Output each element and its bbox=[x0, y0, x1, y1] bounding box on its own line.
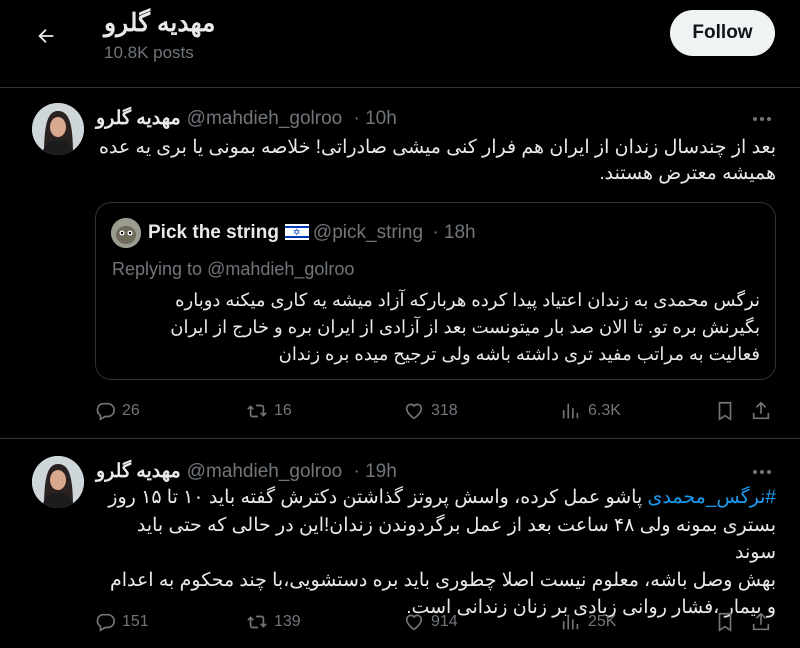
author-handle[interactable]: @mahdieh_golroo bbox=[187, 461, 343, 482]
more-icon[interactable] bbox=[748, 109, 776, 129]
like-count: 914 bbox=[431, 613, 458, 630]
views-button[interactable]: 25K bbox=[560, 610, 616, 634]
tweet-meta: مهدیه گلرو @mahdieh_golroo · 19h bbox=[96, 460, 397, 483]
repost-button[interactable]: 139 bbox=[246, 610, 301, 634]
back-arrow-icon[interactable] bbox=[28, 18, 64, 54]
hashtag-link[interactable]: #نرگس_محمدی bbox=[648, 487, 776, 508]
like-count: 318 bbox=[431, 402, 458, 419]
tweet-text-line: بعد از چندسال زندان از ایران هم فرار کنی… bbox=[98, 137, 776, 158]
tweet-actions: 151 139 914 25K bbox=[0, 610, 800, 634]
tweet-text-line: همیشه معترض هستند. bbox=[599, 163, 776, 184]
tweet-time[interactable]: · 10h bbox=[354, 108, 397, 129]
profile-name: مهدیه گلرو bbox=[104, 9, 216, 37]
replying-prefix: Replying to bbox=[112, 259, 203, 279]
author-handle: @pick_string bbox=[312, 222, 424, 243]
replying-handle: @mahdieh_golroo bbox=[207, 259, 355, 279]
like-icon bbox=[405, 614, 423, 631]
views-icon bbox=[562, 403, 579, 419]
quote-meta: Pick the string ✡ @pick_string · 18h bbox=[148, 222, 476, 244]
more-icon[interactable] bbox=[748, 462, 776, 482]
tweet-actions: 26 16 318 6.3K bbox=[0, 399, 800, 423]
views-icon bbox=[562, 614, 579, 630]
view-count: 6.3K bbox=[588, 402, 621, 419]
like-button[interactable]: 914 bbox=[403, 610, 458, 634]
tweet-text-line: بستری بمونه ولی ۴۸ ساعت بعد از عمل برگرد… bbox=[136, 514, 776, 564]
like-button[interactable]: 318 bbox=[403, 399, 458, 423]
quote-text-line: فعالیت به مراتب مفید تری داشته باشه ولی … bbox=[278, 344, 760, 364]
tweet-time: · 18h bbox=[432, 222, 476, 243]
post-count: 10.8K posts bbox=[104, 43, 194, 62]
author-name: Pick the string bbox=[148, 222, 279, 243]
bookmark-icon bbox=[718, 401, 732, 421]
quoted-tweet[interactable]: Pick the string ✡ @pick_string · 18h Reply… bbox=[95, 202, 776, 380]
bookmark-button[interactable] bbox=[714, 399, 736, 423]
reply-button[interactable]: 26 bbox=[94, 399, 140, 423]
share-icon bbox=[752, 401, 770, 420]
tweet-text-line: بهش وصل باشه، معلوم نیست اصلا چطوری باید… bbox=[109, 569, 776, 591]
quote-text: نرگس محمدی به زندان اعتیاد پیدا کرده هرب… bbox=[112, 287, 760, 368]
view-count: 25K bbox=[588, 613, 617, 630]
share-icon bbox=[752, 612, 770, 631]
reply-icon bbox=[96, 402, 115, 421]
avatar[interactable] bbox=[32, 456, 84, 508]
repost-count: 139 bbox=[274, 613, 301, 630]
bookmark-button[interactable] bbox=[714, 610, 736, 634]
tweet-text: #نرگس_محمدی پاشو عمل کرده، واسش پروتز گذ… bbox=[96, 484, 776, 622]
views-button[interactable]: 6.3K bbox=[560, 399, 621, 423]
repost-icon bbox=[247, 404, 267, 418]
reply-icon bbox=[96, 613, 115, 632]
share-button[interactable] bbox=[750, 610, 772, 634]
replying-to: Replying to @mahdieh_golroo bbox=[112, 259, 354, 280]
like-icon bbox=[405, 403, 423, 420]
tweet-text: بعد از چندسال زندان از ایران هم فرار کنی… bbox=[96, 135, 776, 187]
reply-count: 151 bbox=[122, 613, 149, 630]
tweet-time[interactable]: · 19h bbox=[354, 461, 397, 482]
avatar bbox=[111, 218, 141, 248]
bookmark-icon bbox=[718, 612, 732, 632]
tweet[interactable]: مهدیه گلرو @mahdieh_golroo · 19h #نرگس_مح… bbox=[0, 440, 800, 648]
tweet-text-segment: پاشو عمل کرده، واسش پروتز گذاشتن دکترش گ… bbox=[108, 487, 648, 508]
reply-count: 26 bbox=[122, 402, 140, 419]
tweet[interactable]: مهدیه گلرو @mahdieh_golroo · 10h بعد از چ… bbox=[0, 89, 800, 439]
author-name[interactable]: مهدیه گلرو bbox=[96, 461, 181, 482]
israel-flag-icon: ✡ bbox=[284, 224, 309, 240]
profile-header: مهدیه گلرو 10.8K posts Follow bbox=[0, 0, 800, 88]
repost-count: 16 bbox=[274, 402, 292, 419]
author-handle[interactable]: @mahdieh_golroo bbox=[187, 108, 343, 129]
tweet-text-line: #نرگس_محمدی پاشو عمل کرده، واسش پروتز گذ… bbox=[96, 484, 776, 512]
tweet-meta: مهدیه گلرو @mahdieh_golroo · 10h bbox=[96, 107, 397, 130]
repost-button[interactable]: 16 bbox=[246, 399, 292, 423]
quote-text-line: بگیرنش بره تو. تا الان صد بار میتونست بع… bbox=[170, 317, 760, 337]
repost-icon bbox=[247, 615, 267, 629]
reply-button[interactable]: 151 bbox=[94, 610, 149, 634]
share-button[interactable] bbox=[750, 399, 772, 423]
follow-button[interactable]: Follow bbox=[670, 10, 775, 56]
author-name[interactable]: مهدیه گلرو bbox=[96, 108, 181, 129]
avatar[interactable] bbox=[32, 103, 84, 155]
quote-text-line: نرگس محمدی به زندان اعتیاد پیدا کرده هرب… bbox=[175, 290, 760, 310]
